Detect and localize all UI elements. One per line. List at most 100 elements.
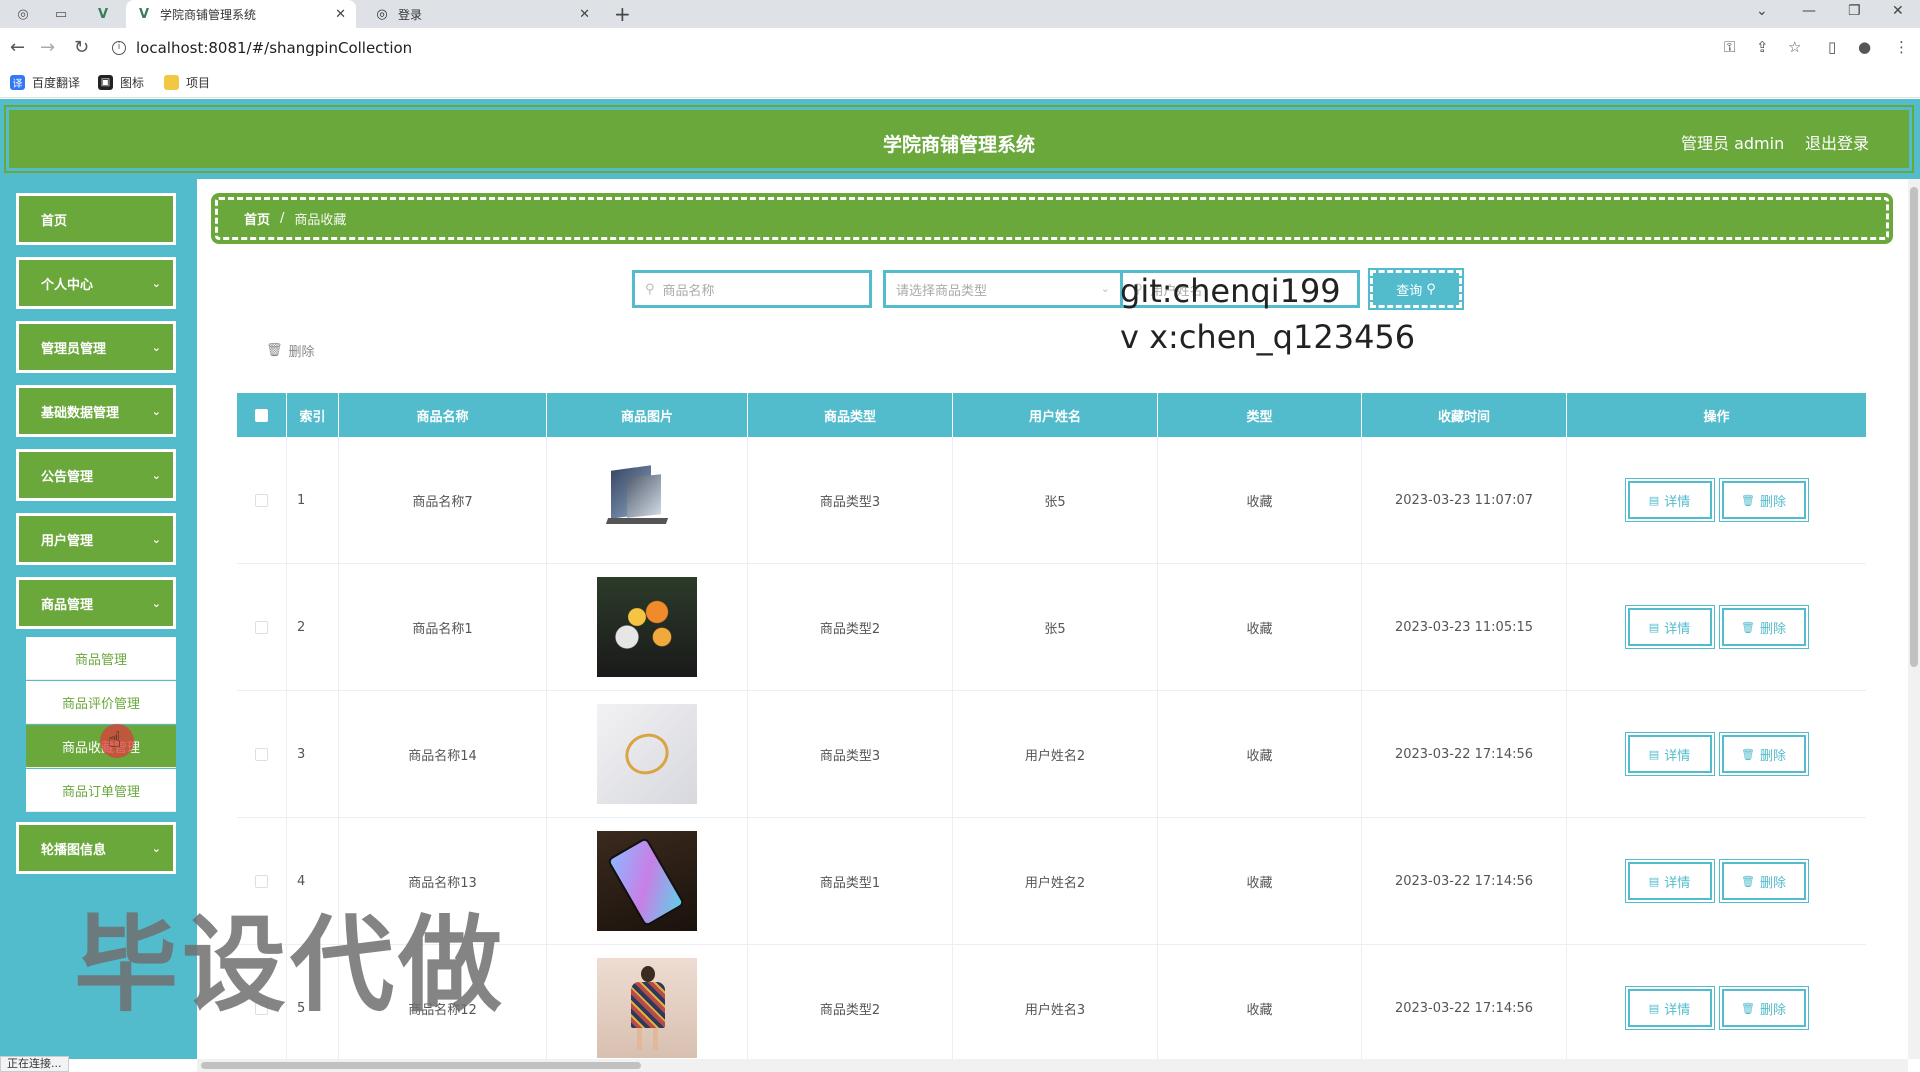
submenu-product-order[interactable]: 商品订单管理 <box>26 769 176 812</box>
minimize-icon[interactable]: — <box>1802 3 1816 19</box>
browser-tab-active[interactable]: V 学院商铺管理系统 ✕ <box>126 0 356 28</box>
submenu-product-management[interactable]: 商品管理 <box>26 637 176 680</box>
cell-collect-time: 2023-03-22 17:14:56 <box>1362 691 1567 817</box>
header-user-name: 用户姓名 <box>953 393 1158 437</box>
sidebar-item-label: 商品管理 <box>41 597 94 613</box>
select-all-checkbox[interactable] <box>255 408 268 422</box>
forward-icon[interactable]: → <box>40 37 55 58</box>
sidebar-item-label: 基础数据管理 <box>41 405 120 421</box>
window-close-icon[interactable]: ✕ <box>1892 3 1904 19</box>
tab-search-chevron-icon[interactable]: ⌄ <box>1756 3 1768 19</box>
row-checkbox[interactable] <box>255 747 268 761</box>
trash-icon: 🗑 <box>1741 874 1755 888</box>
cell-product-type: 商品类型1 <box>748 818 953 944</box>
status-bar: 正在连接... <box>0 1056 69 1072</box>
sidebar-item-label: 公告管理 <box>41 469 94 485</box>
menu-kebab-icon[interactable]: ⋮ <box>1894 38 1909 56</box>
detail-button[interactable]: ▤ 详情 <box>1624 859 1715 903</box>
address-bar: ← → ↻ i localhost:8081/#/shangpinCollect… <box>0 28 1920 68</box>
url-text: localhost:8081/#/shangpinCollection <box>136 39 413 57</box>
sidebar-item-product-management[interactable]: 商品管理 ⌄ <box>16 577 176 629</box>
product-image-laptop <box>597 450 697 550</box>
sidebar-item-basic-data[interactable]: 基础数据管理 ⌄ <box>16 385 176 437</box>
cell-kind: 收藏 <box>1158 945 1362 1071</box>
profile-icon[interactable]: ● <box>1858 38 1871 56</box>
header-select-all[interactable] <box>237 393 287 437</box>
delete-button[interactable]: 🗑 删除 <box>1718 478 1809 522</box>
restore-icon[interactable]: ❐ <box>1848 3 1861 19</box>
sidebar-item-carousel[interactable]: 轮播图信息 ⌄ <box>16 822 176 874</box>
sidebar-item-personal-center[interactable]: 个人中心 ⌄ <box>16 257 176 309</box>
delete-button[interactable]: 🗑 删除 <box>1718 986 1809 1030</box>
sidebar-item-label: 管理员管理 <box>41 341 107 357</box>
sidebar-item-user-management[interactable]: 用户管理 ⌄ <box>16 513 176 565</box>
query-button[interactable]: 查询 ⚲ <box>1368 268 1464 310</box>
tab-favicon-vue-icon[interactable]: V <box>94 5 112 23</box>
cell-collect-time: 2023-03-22 17:14:56 <box>1362 818 1567 944</box>
breadcrumb: 首页 / 商品收藏 <box>211 193 1893 244</box>
sidebar-item-admin-management[interactable]: 管理员管理 ⌄ <box>16 321 176 373</box>
detail-label: 详情 <box>1664 875 1691 891</box>
detail-button[interactable]: ▤ 详情 <box>1624 478 1715 522</box>
delete-button[interactable]: 🗑 删除 <box>1718 732 1809 776</box>
chevron-down-icon: ⌄ <box>151 277 161 290</box>
row-checkbox[interactable] <box>255 620 268 634</box>
document-icon: ▤ <box>1648 874 1660 888</box>
close-icon[interactable]: ✕ <box>579 7 590 22</box>
key-icon[interactable]: ⚿ <box>1724 38 1735 56</box>
browser-tab-login[interactable]: ◎ 登录 ✕ <box>364 0 600 28</box>
cell-product-type: 商品类型2 <box>748 564 953 690</box>
delete-label: 删除 <box>1759 494 1786 510</box>
trash-icon: 🗑 <box>1741 493 1755 507</box>
horizontal-scrollbar[interactable] <box>197 1059 1908 1072</box>
sidebar-item-announcement[interactable]: 公告管理 ⌄ <box>16 449 176 501</box>
cell-product-type: 商品类型3 <box>748 437 953 563</box>
new-tab-icon[interactable]: + <box>614 2 631 26</box>
vertical-scrollbar[interactable] <box>1908 179 1920 1059</box>
detail-label: 详情 <box>1664 621 1691 637</box>
back-icon[interactable]: ← <box>10 37 25 58</box>
delete-button[interactable]: 🗑 删除 <box>1718 605 1809 649</box>
product-type-select[interactable]: 请选择商品类型 ⌄ <box>883 270 1123 308</box>
detail-label: 详情 <box>1664 748 1691 764</box>
row-checkbox[interactable] <box>255 493 268 507</box>
globe-icon: ◎ <box>376 6 388 22</box>
share-icon[interactable]: ⇪ <box>1756 38 1769 56</box>
detail-button[interactable]: ▤ 详情 <box>1624 605 1715 649</box>
cell-index: 1 <box>287 437 339 563</box>
sidebar-item-label: 首页 <box>41 213 68 229</box>
app-header-bar: 学院商铺管理系统 管理员 admin 退出登录 <box>4 105 1914 173</box>
delete-button[interactable]: 🗑 删除 <box>1718 859 1809 903</box>
url-field[interactable]: i localhost:8081/#/shangpinCollection <box>104 34 1724 62</box>
product-image-ring <box>597 704 697 804</box>
close-icon[interactable]: ✕ <box>335 7 346 22</box>
bookmark-baidu-translate[interactable]: 译 百度翻译 <box>10 74 80 91</box>
table-header: 索引 商品名称 商品图片 商品类型 用户姓名 类型 收藏时间 操作 <box>237 393 1866 437</box>
reload-icon[interactable]: ↻ <box>74 37 89 58</box>
batch-delete-button[interactable]: 🗑 删除 <box>266 341 315 360</box>
header-collect-time: 收藏时间 <box>1362 393 1567 437</box>
submenu-product-review[interactable]: 商品评价管理 <box>26 681 176 724</box>
site-info-icon[interactable]: i <box>112 41 126 55</box>
header-product-type: 商品类型 <box>748 393 953 437</box>
trash-icon: 🗑 <box>1741 747 1755 761</box>
cell-product-type: 商品类型2 <box>748 945 953 1071</box>
side-panel-icon[interactable]: ▯ <box>1828 38 1836 56</box>
cell-kind: 收藏 <box>1158 818 1362 944</box>
sidebar-item-home[interactable]: 首页 <box>16 193 176 245</box>
tab-favicon-globe-icon[interactable]: ◎ <box>14 5 32 23</box>
detail-button[interactable]: ▤ 详情 <box>1624 732 1715 776</box>
star-icon[interactable]: ☆ <box>1788 38 1801 56</box>
bookmark-project[interactable]: 项目 <box>164 74 210 91</box>
cell-user-name: 用户姓名2 <box>953 818 1158 944</box>
detail-button[interactable]: ▤ 详情 <box>1624 986 1715 1030</box>
header-actions: 操作 <box>1703 409 1730 425</box>
product-image-phone <box>597 831 697 931</box>
logout-link[interactable]: 退出登录 <box>1805 130 1869 154</box>
chevron-down-icon: ⌄ <box>151 341 161 354</box>
breadcrumb-home[interactable]: 首页 <box>244 209 270 228</box>
product-name-search-input[interactable]: ⚲ 商品名称 <box>632 270 872 308</box>
query-label: 查询 <box>1396 283 1423 299</box>
tab-favicon-blank-icon[interactable]: ▭ <box>52 5 70 23</box>
bookmark-icons[interactable]: ▣ 图标 <box>98 74 144 91</box>
